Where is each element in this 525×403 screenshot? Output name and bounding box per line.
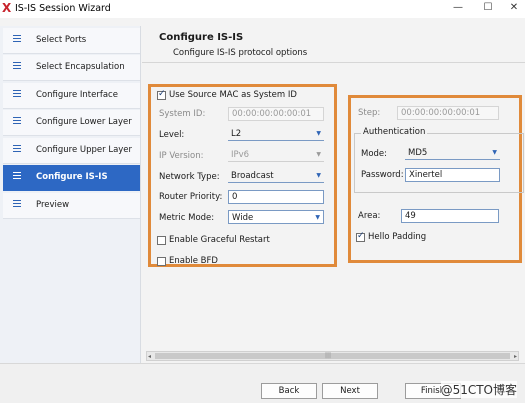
network-type-select[interactable]: Broadcast ▼ — [228, 169, 324, 183]
hello-padding-checkbox[interactable] — [356, 231, 365, 242]
bfd-checkbox[interactable] — [157, 257, 166, 266]
metric-mode-value: Wide — [232, 213, 254, 223]
list-icon — [13, 35, 21, 44]
bfd-label: Enable BFD — [169, 256, 218, 266]
list-icon — [13, 117, 21, 126]
auth-mode-value: MD5 — [408, 148, 428, 158]
list-icon — [13, 172, 21, 181]
router-priority-label: Router Priority: — [159, 192, 223, 202]
ip-version-value: IPv6 — [231, 150, 250, 160]
sidebar-item-label: Configure IS-IS — [36, 172, 108, 182]
sidebar-item-preview[interactable]: Preview — [3, 193, 140, 219]
level-select[interactable]: L2 ▼ — [228, 127, 324, 141]
chevron-down-icon: ▼ — [316, 130, 321, 137]
password-label: Password: — [361, 170, 404, 180]
hello-padding-label: Hello Padding — [368, 232, 427, 242]
close-button[interactable]: ✕ — [506, 1, 522, 15]
header-divider — [142, 62, 525, 63]
area-label: Area: — [358, 211, 381, 221]
network-type-label: Network Type: — [159, 172, 220, 182]
system-id-field[interactable]: 00:00:00:00:00:01 — [228, 107, 324, 121]
sidebar-item-label: Select Ports — [36, 35, 87, 45]
area-field[interactable]: 49 — [401, 209, 499, 223]
step-field[interactable]: 00:00:00:00:00:01 — [397, 106, 499, 120]
horizontal-scrollbar[interactable]: ◂ ||| ▸ — [146, 351, 519, 361]
sidebar-item-select-ports[interactable]: Select Ports — [3, 28, 140, 54]
sidebar-item-configure-isis[interactable]: Configure IS-IS — [3, 165, 140, 191]
minimize-button[interactable]: — — [450, 1, 466, 15]
window-title: IS-IS Session Wizard — [15, 3, 111, 14]
sidebar-item-select-encapsulation[interactable]: Select Encapsulation — [3, 55, 140, 81]
wizard-footer: Back Next Finish @51CTO博客 — [0, 363, 525, 403]
sidebar-item-label: Configure Lower Layer — [36, 117, 132, 127]
scroll-left-icon[interactable]: ◂ — [148, 352, 151, 361]
sidebar-item-configure-upper-layer[interactable]: Configure Upper Layer — [3, 138, 140, 164]
level-value: L2 — [231, 129, 242, 139]
ip-version-select[interactable]: IPv6 ▼ — [228, 148, 324, 162]
chevron-down-icon: ▼ — [316, 172, 321, 179]
scrollbar-thumb[interactable]: ||| — [155, 352, 510, 359]
scroll-right-icon[interactable]: ▸ — [514, 352, 517, 361]
password-field[interactable]: Xinertel — [405, 168, 500, 182]
auth-mode-label: Mode: — [361, 149, 388, 159]
level-label: Level: — [159, 130, 185, 140]
page-subtitle: Configure IS-IS protocol options — [173, 48, 308, 58]
list-icon — [13, 62, 21, 71]
page-title: Configure IS-IS — [159, 32, 244, 43]
authentication-group-title: Authentication — [361, 127, 428, 137]
authentication-group: Authentication Mode: MD5 ▼ Password: Xin… — [354, 127, 524, 193]
graceful-restart-label: Enable Graceful Restart — [169, 235, 270, 245]
network-type-value: Broadcast — [231, 171, 274, 181]
sidebar-item-configure-interface[interactable]: Configure Interface — [3, 83, 140, 109]
title-bar: X IS-IS Session Wizard — ☐ ✕ — [0, 0, 525, 18]
sidebar-item-configure-lower-layer[interactable]: Configure Lower Layer — [3, 110, 140, 136]
ip-version-label: IP Version: — [159, 151, 204, 161]
metric-mode-select[interactable]: Wide ▼ — [228, 210, 324, 224]
router-priority-field[interactable]: 0 — [228, 190, 324, 204]
system-id-label: System ID: — [159, 109, 206, 119]
main-content: Configure IS-IS Configure IS-IS protocol… — [142, 26, 525, 363]
metric-mode-label: Metric Mode: — [159, 213, 215, 223]
use-source-mac-checkbox[interactable] — [157, 89, 166, 100]
app-logo-icon: X — [2, 1, 12, 15]
use-source-mac-label: Use Source MAC as System ID — [169, 90, 297, 100]
maximize-button[interactable]: ☐ — [480, 1, 496, 15]
list-icon — [13, 200, 21, 209]
general-options-panel: Use Source MAC as System ID System ID: 0… — [148, 84, 337, 267]
graceful-restart-checkbox[interactable] — [157, 236, 166, 245]
step-label: Step: — [358, 108, 381, 118]
watermark-text: @51CTO博客 — [440, 381, 517, 398]
sidebar-item-label: Select Encapsulation — [36, 62, 125, 72]
chevron-down-icon: ▼ — [315, 214, 320, 221]
list-icon — [13, 90, 21, 99]
back-button[interactable]: Back — [261, 383, 317, 399]
sidebar-item-label: Configure Interface — [36, 90, 118, 100]
chevron-down-icon: ▼ — [316, 151, 321, 158]
scrollbar-grip: ||| — [325, 352, 332, 359]
sidebar-item-label: Configure Upper Layer — [36, 145, 133, 155]
wizard-window: X IS-IS Session Wizard — ☐ ✕ Select Port… — [0, 0, 525, 403]
authentication-options-panel: Step: 00:00:00:00:00:01 Authentication M… — [348, 95, 524, 263]
list-icon — [13, 145, 21, 154]
auth-mode-select[interactable]: MD5 ▼ — [405, 146, 500, 160]
wizard-steps-sidebar: Select Ports Select Encapsulation Config… — [0, 26, 141, 363]
chevron-down-icon: ▼ — [492, 149, 497, 156]
next-button[interactable]: Next — [322, 383, 378, 399]
sidebar-item-label: Preview — [36, 200, 70, 210]
